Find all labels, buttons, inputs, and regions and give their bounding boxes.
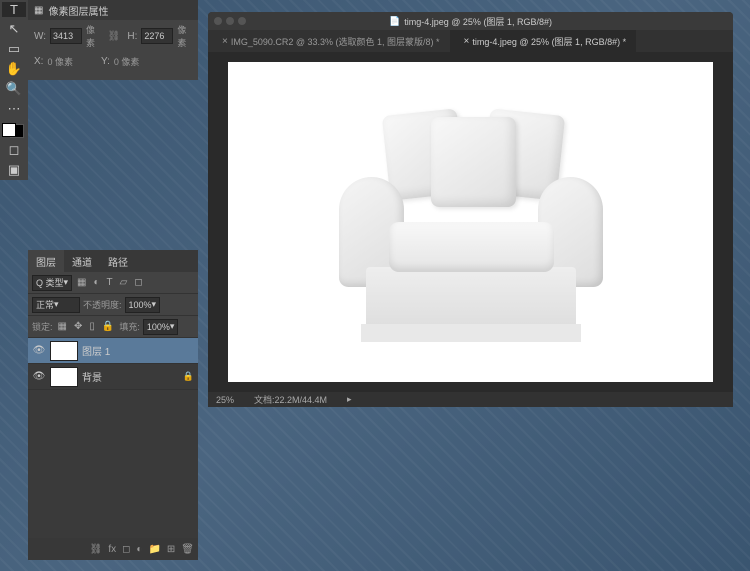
- blend-mode-select[interactable]: 正常 ▾: [32, 297, 80, 313]
- layers-panel: 图层 通道 路径 Q 类型 ▾ ▦ ◐ T ▱ ◻ 正常 ▾ 不透明度: 100…: [28, 250, 198, 560]
- filter-adjust-icon[interactable]: ◐: [92, 277, 102, 288]
- lock-artboard-icon[interactable]: ▯: [87, 321, 97, 332]
- layers-footer: ⛓ fx ◻ ◐ 📁 ⊞ 🗑: [28, 538, 198, 560]
- y-label: Y:: [101, 56, 110, 67]
- x-label: X:: [34, 56, 43, 67]
- document-tab[interactable]: × timg-4.jpeg @ 25% (图层 1, RGB/8#) *: [450, 30, 637, 52]
- visibility-icon[interactable]: 👁: [32, 371, 46, 382]
- width-label: W:: [34, 31, 46, 42]
- color-swatches[interactable]: [2, 123, 24, 138]
- link-wh-icon[interactable]: ⛓: [108, 31, 121, 42]
- lock-position-icon[interactable]: ✥: [72, 321, 84, 332]
- layer-row[interactable]: 👁 图层 1: [28, 338, 198, 364]
- group-icon[interactable]: 📁: [148, 544, 160, 555]
- edit-toolbar-icon[interactable]: ⋯: [2, 101, 26, 117]
- lock-icon: 🔒: [183, 371, 194, 382]
- height-unit: 像素: [177, 23, 192, 49]
- new-layer-icon[interactable]: ⊞: [167, 544, 175, 555]
- kind-filter[interactable]: Q 类型 ▾: [32, 275, 72, 291]
- properties-header: ▦ 像素图层属性: [28, 0, 198, 20]
- layer-thumbnail[interactable]: [50, 367, 78, 387]
- zoom-tool[interactable]: 🔍: [2, 81, 26, 97]
- minimize-dot-icon[interactable]: [226, 17, 234, 25]
- pixel-layer-icon: ▦: [34, 5, 43, 16]
- fill-input[interactable]: 100% ▾: [143, 319, 179, 335]
- link-layers-icon[interactable]: ⛓: [90, 544, 103, 555]
- text-tool[interactable]: T: [2, 2, 26, 17]
- close-dot-icon[interactable]: [214, 17, 222, 25]
- filter-shape-icon[interactable]: ▱: [118, 277, 130, 288]
- status-bar: 25% 文档:22.2M/44.4M ▸: [208, 392, 733, 407]
- tools-toolbar: T ↖ ▭ ✋ 🔍 ⋯ ◻ ▣: [0, 0, 28, 180]
- lock-all-icon[interactable]: 🔒: [100, 321, 116, 332]
- canvas[interactable]: [228, 62, 713, 382]
- opacity-input[interactable]: 100% ▾: [125, 297, 161, 313]
- window-title: timg-4.jpeg @ 25% (图层 1, RGB/8#): [404, 15, 552, 28]
- filter-smart-icon[interactable]: ◻: [132, 277, 144, 288]
- document-size: 文档:22.2M/44.4M: [254, 393, 327, 406]
- layer-mask-icon[interactable]: ◻: [122, 544, 130, 555]
- path-tool[interactable]: ↖: [2, 21, 26, 37]
- visibility-icon[interactable]: 👁: [32, 345, 46, 356]
- tab-label: timg-4.jpeg @ 25% (图层 1, RGB/8#) *: [472, 35, 626, 48]
- lock-label: 锁定:: [32, 320, 53, 333]
- tab-layers[interactable]: 图层: [28, 250, 64, 272]
- layer-thumbnail[interactable]: [50, 341, 78, 361]
- layer-row[interactable]: 👁 背景 🔒: [28, 364, 198, 390]
- properties-panel: ▦ 像素图层属性 W: 像素 ⛓ H: 像素 X: 0 像素 Y: 0 像素: [28, 0, 198, 80]
- fill-label: 填充:: [119, 320, 140, 333]
- quick-mask-icon[interactable]: ◻: [2, 142, 26, 158]
- lock-pixels-icon[interactable]: ▦: [56, 321, 69, 332]
- layer-style-icon[interactable]: fx: [108, 544, 116, 555]
- layer-list: 👁 图层 1 👁 背景 🔒: [28, 338, 198, 538]
- tab-label: IMG_5090.CR2 @ 33.3% (选取颜色 1, 图层蒙版/8) *: [231, 35, 440, 48]
- x-value: 0 像素: [47, 55, 73, 68]
- y-value: 0 像素: [114, 55, 140, 68]
- layer-name: 图层 1: [82, 343, 110, 358]
- window-titlebar[interactable]: 📄 timg-4.jpeg @ 25% (图层 1, RGB/8#): [208, 12, 733, 30]
- hand-tool[interactable]: ✋: [2, 61, 26, 77]
- filter-pixel-icon[interactable]: ▦: [75, 277, 88, 288]
- close-icon[interactable]: ×: [222, 36, 228, 47]
- tab-paths[interactable]: 路径: [100, 250, 136, 272]
- layers-tabs: 图层 通道 路径: [28, 250, 198, 272]
- canvas-area[interactable]: [208, 52, 733, 392]
- filter-type-icon[interactable]: T: [105, 277, 115, 288]
- statusbar-chevron-icon[interactable]: ▸: [347, 394, 352, 405]
- delete-layer-icon[interactable]: 🗑: [181, 544, 194, 555]
- tab-channels[interactable]: 通道: [64, 250, 100, 272]
- document-tab[interactable]: × IMG_5090.CR2 @ 33.3% (选取颜色 1, 图层蒙版/8) …: [208, 30, 450, 52]
- zoom-level[interactable]: 25%: [216, 395, 234, 405]
- height-input[interactable]: [141, 28, 173, 44]
- document-icon: 📄: [389, 16, 400, 27]
- shape-tool[interactable]: ▭: [2, 41, 26, 57]
- opacity-label: 不透明度:: [83, 298, 122, 311]
- maximize-dot-icon[interactable]: [238, 17, 246, 25]
- document-window: 📄 timg-4.jpeg @ 25% (图层 1, RGB/8#) × IMG…: [208, 12, 733, 407]
- document-tabs: × IMG_5090.CR2 @ 33.3% (选取颜色 1, 图层蒙版/8) …: [208, 30, 733, 52]
- height-label: H:: [127, 31, 137, 42]
- width-input[interactable]: [50, 28, 82, 44]
- close-icon[interactable]: ×: [464, 36, 470, 47]
- properties-title: 像素图层属性: [48, 3, 108, 18]
- adjustment-layer-icon[interactable]: ◐: [136, 544, 142, 555]
- width-unit: 像素: [86, 23, 101, 49]
- sofa-image: [331, 102, 611, 342]
- layer-name: 背景: [82, 369, 102, 384]
- screen-mode-icon[interactable]: ▣: [2, 162, 26, 178]
